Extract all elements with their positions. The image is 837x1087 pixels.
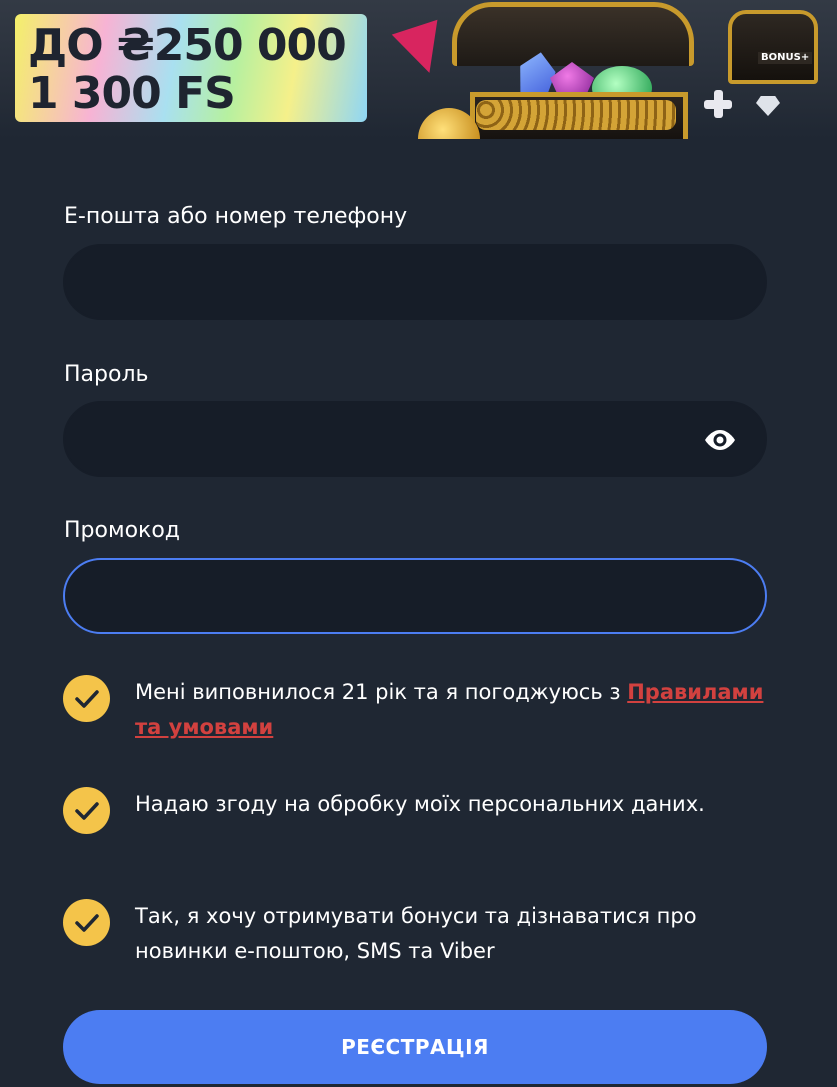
diamond-icon bbox=[756, 96, 780, 116]
terms-consent-text: Мені виповнилося 21 рік та я погоджуюсь … bbox=[135, 675, 765, 745]
ruby-gem-image bbox=[391, 19, 453, 81]
marketing-consent-label: Так, я хочу отримувати бонуси та дізнава… bbox=[135, 904, 697, 963]
treasure-chest-lid-image bbox=[452, 2, 694, 66]
gold-coins-image bbox=[476, 100, 676, 130]
checkmark-icon bbox=[75, 802, 99, 820]
password-label: Пароль bbox=[64, 362, 149, 387]
personal-data-consent-label: Надаю згоду на обробку моїх персональних… bbox=[135, 792, 705, 816]
promo-free-spins: 1 300 FS bbox=[28, 68, 236, 119]
promo-code-field-wrapper bbox=[63, 558, 767, 634]
email-field-wrapper bbox=[63, 244, 767, 320]
personal-data-checkbox[interactable] bbox=[63, 787, 110, 834]
password-input[interactable] bbox=[65, 403, 765, 475]
terms-consent-label: Мені виповнилося 21 рік та я погоджуюсь … bbox=[135, 680, 628, 704]
promo-code-input[interactable] bbox=[65, 560, 765, 632]
bonus-chest-image bbox=[728, 10, 818, 84]
promo-banner: ДО ₴250 000 1 300 FS BONUS+ bbox=[0, 0, 837, 139]
email-or-phone-input[interactable] bbox=[65, 246, 765, 318]
email-label: Е-пошта або номер телефону bbox=[64, 204, 408, 229]
plus-icon bbox=[704, 90, 732, 118]
marketing-checkbox[interactable] bbox=[63, 899, 110, 946]
register-button[interactable]: РЕЄСТРАЦІЯ bbox=[63, 1010, 767, 1084]
marketing-consent-row: Так, я хочу отримувати бонуси та дізнава… bbox=[63, 899, 767, 969]
eye-icon[interactable] bbox=[703, 427, 737, 453]
checkmark-icon bbox=[75, 914, 99, 932]
personal-data-consent-row: Надаю згоду на обробку моїх персональних… bbox=[63, 787, 767, 857]
checkmark-icon bbox=[75, 690, 99, 708]
promo-amount: ДО ₴250 000 bbox=[28, 20, 347, 71]
bonus-chest-label: BONUS+ bbox=[758, 52, 813, 64]
terms-checkbox[interactable] bbox=[63, 675, 110, 722]
password-field-wrapper bbox=[63, 401, 767, 477]
terms-consent-row: Мені виповнилося 21 рік та я погоджуюсь … bbox=[63, 675, 767, 745]
promo-code-label: Промокод bbox=[64, 518, 180, 543]
